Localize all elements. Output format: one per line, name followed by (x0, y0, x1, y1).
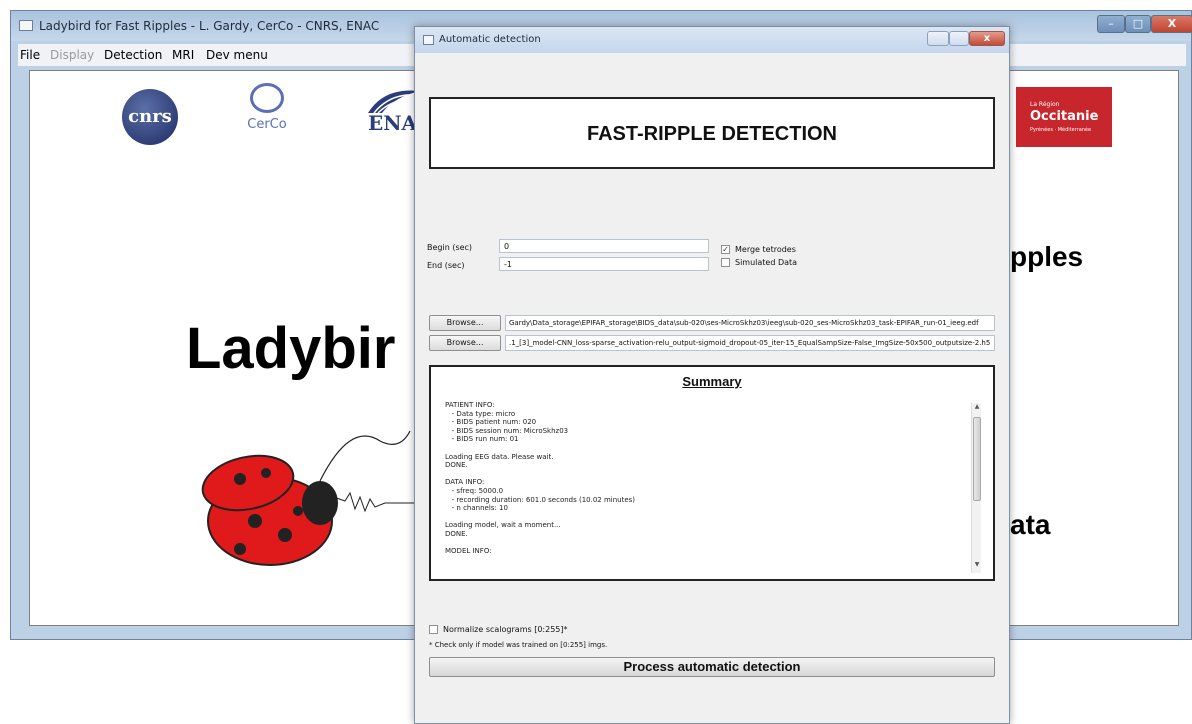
close-icon: X (1167, 17, 1177, 30)
summary-log[interactable]: PATIENT INFO: - Data type: micro - BIDS … (445, 401, 965, 575)
ladybug-illustration (201, 430, 440, 566)
merge-tetrodes-label: Merge tetrodes (735, 245, 796, 254)
menu-display[interactable]: Display (50, 48, 94, 62)
summary-panel: Summary PATIENT INFO: - Data type: micro… (429, 365, 995, 581)
dialog-minimize-button[interactable] (927, 31, 949, 46)
dialog-app-icon[interactable] (423, 35, 434, 45)
menu-mri[interactable]: MRI (172, 48, 194, 62)
normalize-note: * Check only if model was trained on [0:… (429, 641, 608, 649)
automatic-detection-dialog: Automatic detection x FAST-RIPPLE DETECT… (414, 26, 1010, 724)
dialog-body: FAST-RIPPLE DETECTION Begin (sec) End (s… (419, 53, 1005, 719)
occitanie-sub-text: Pyrénées · Méditerranée (1030, 127, 1092, 133)
scroll-down-icon[interactable]: ▼ (972, 561, 982, 571)
process-detection-button[interactable]: Process automatic detection (429, 657, 995, 677)
dialog-maximize-button[interactable] (949, 31, 969, 46)
begin-label: Begin (sec) (427, 243, 473, 252)
simulated-data-checkbox[interactable] (721, 258, 730, 267)
enac-logo-text: ENA (368, 111, 418, 135)
window-title: Ladybird for Fast Ripples - L. Gardy, Ce… (39, 19, 380, 33)
enac-logo: ENA (358, 85, 420, 155)
edf-path-field[interactable]: Gardy\Data_storage\EPIFAR_storage\BIDS_d… (505, 315, 995, 331)
browse-edf-button[interactable]: Browse... (429, 315, 501, 331)
cerco-logo: CerCo (242, 83, 292, 153)
dialog-close-button[interactable]: x (969, 31, 1005, 46)
normalize-checkbox[interactable] (429, 625, 438, 634)
menu-file[interactable]: File (20, 48, 40, 62)
dialog-heading: FAST-RIPPLE DETECTION (586, 123, 838, 145)
menu-dev[interactable]: Dev menu (206, 48, 268, 62)
close-icon: x (983, 33, 991, 44)
normalize-label: Normalize scalograms [0:255]* (443, 625, 568, 634)
minimize-button[interactable]: – (1097, 15, 1125, 33)
dialog-title: Automatic detection (439, 34, 541, 45)
occitanie-small-text: La Région (1030, 101, 1060, 108)
browse-model-button[interactable]: Browse... (429, 335, 501, 351)
summary-scrollbar[interactable]: ▲ ▼ (971, 403, 981, 573)
end-input[interactable] (499, 257, 709, 271)
simulated-data-label: Simulated Data (735, 258, 798, 267)
merge-tetrodes-checkbox[interactable]: ✓ (721, 245, 730, 254)
splash-text-right-top: pples (1010, 241, 1084, 272)
scroll-up-icon[interactable]: ▲ (972, 403, 982, 413)
cerco-logo-text: CerCo (247, 117, 287, 132)
scroll-thumb[interactable] (973, 417, 981, 501)
app-icon[interactable] (19, 20, 33, 31)
splash-title: Ladybir (186, 316, 396, 381)
menu-detection[interactable]: Detection (104, 48, 162, 62)
splash-text-right-bottom: ata (1010, 509, 1051, 540)
cerco-mark-icon (250, 83, 284, 113)
cnrs-logo: cnrs (122, 89, 178, 145)
dialog-titlebar[interactable]: Automatic detection x (415, 27, 1009, 53)
occitanie-title-text: Occitanie (1030, 109, 1099, 124)
occitanie-logo: La Région Occitanie Pyrénées · Méditerra… (1016, 87, 1112, 147)
close-button[interactable]: X (1151, 15, 1192, 33)
maximize-button[interactable]: □ (1125, 15, 1151, 33)
end-label: End (sec) (427, 261, 465, 270)
begin-input[interactable] (499, 239, 709, 253)
summary-title: Summary (682, 374, 742, 389)
model-path-field[interactable]: .1_[3]_model-CNN_loss-sparse_activation-… (505, 335, 995, 351)
heading-box: FAST-RIPPLE DETECTION (429, 97, 995, 169)
